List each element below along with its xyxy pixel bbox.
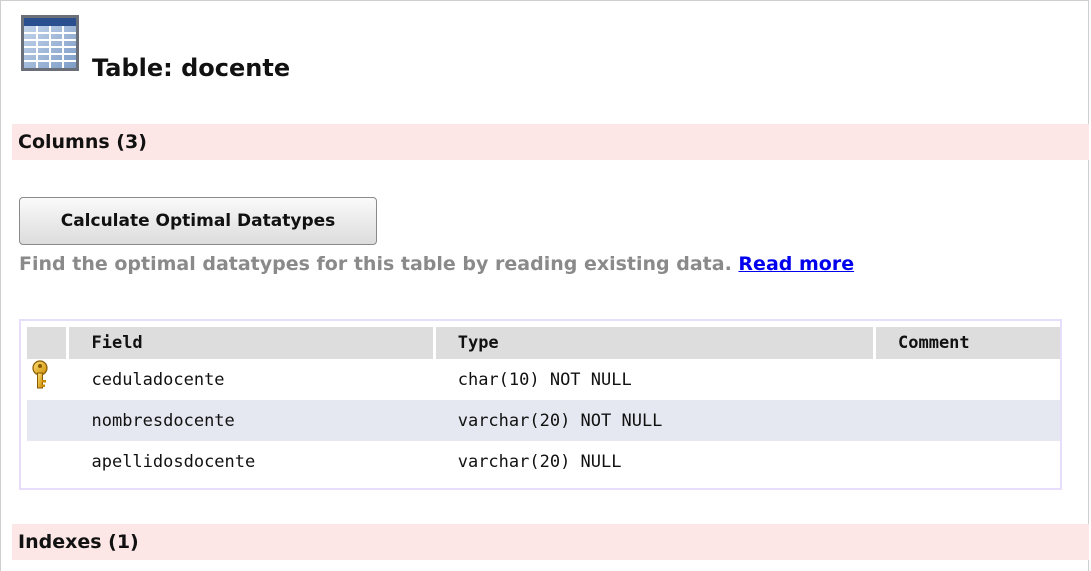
table-grid-icon bbox=[21, 15, 79, 71]
field-type: char(10) NOT NULL bbox=[457, 369, 632, 390]
table-row[interactable]: apellidosdocente varchar(20) NULL bbox=[27, 441, 1060, 482]
indexes-section-header: Indexes (1) bbox=[12, 524, 1089, 560]
key-cell bbox=[27, 359, 68, 400]
columns-section-header: Columns (3) bbox=[12, 124, 1089, 160]
field-column-header[interactable]: Field bbox=[66, 327, 435, 359]
field-name: nombresdocente bbox=[67, 400, 435, 441]
type-column-header[interactable]: Type bbox=[432, 327, 875, 359]
columns-table: Field Type Comment ceduladocente char(10… bbox=[27, 327, 1060, 482]
key-cell bbox=[27, 441, 68, 482]
page-title: Table: docente bbox=[92, 54, 291, 82]
field-name: apellidosdocente bbox=[91, 451, 256, 472]
page-header: Table: docente bbox=[20, 14, 920, 84]
field-comment bbox=[874, 400, 1060, 441]
table-row[interactable]: nombresdocente varchar(20) NOT NULL bbox=[27, 400, 1060, 441]
primary-key-icon bbox=[32, 360, 48, 389]
columns-table-container: Field Type Comment ceduladocente char(10… bbox=[19, 319, 1062, 490]
field-comment bbox=[875, 441, 1061, 482]
key-cell bbox=[27, 400, 68, 441]
field-type: varchar(20) NULL bbox=[457, 451, 622, 472]
field-comment bbox=[875, 359, 1061, 400]
table-row[interactable]: ceduladocente char(10) NOT NULL bbox=[27, 359, 1060, 400]
field-type: varchar(20) NOT NULL bbox=[434, 400, 875, 441]
field-name: ceduladocente bbox=[91, 369, 225, 390]
optimal-datatypes-help: Find the optimal datatypes for this tabl… bbox=[19, 253, 854, 275]
columns-table-header-row: Field Type Comment bbox=[27, 327, 1060, 359]
optimal-datatypes-description: Find the optimal datatypes for this tabl… bbox=[19, 253, 732, 275]
comment-column-header[interactable]: Comment bbox=[873, 327, 1060, 359]
read-more-link[interactable]: Read more bbox=[738, 253, 854, 275]
calculate-optimal-datatypes-button[interactable]: Calculate Optimal Datatypes bbox=[19, 197, 377, 245]
key-column-header bbox=[27, 327, 68, 359]
